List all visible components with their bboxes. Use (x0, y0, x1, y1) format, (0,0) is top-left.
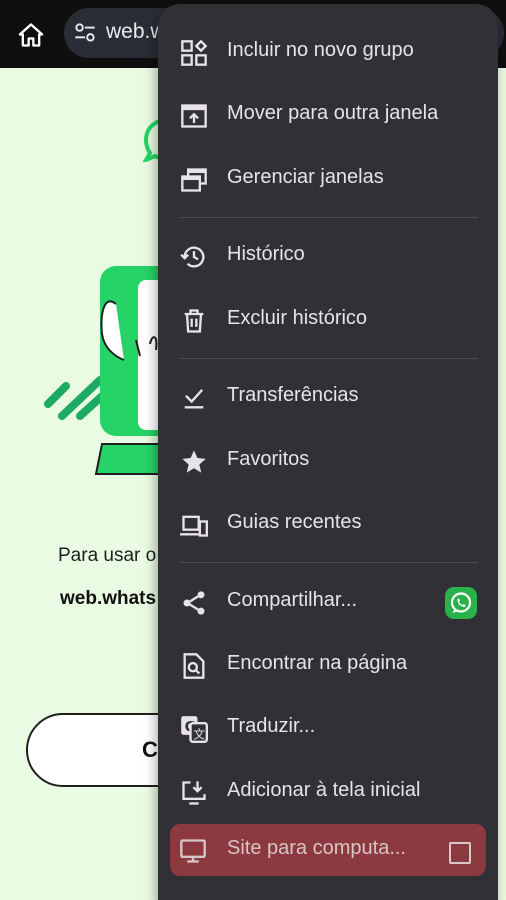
page-action-button-label: C (142, 737, 158, 762)
menu-item-bookmarks[interactable]: Favoritos (158, 430, 498, 490)
menu-item-history[interactable]: Histórico (158, 225, 498, 285)
menu-item-move-window[interactable]: Mover para outra janela (158, 84, 498, 144)
share-icon (183, 591, 205, 615)
menu-divider (180, 358, 478, 359)
downloads-icon (184, 389, 204, 409)
manage-windows-icon (181, 168, 207, 192)
menu-item-manage-windows[interactable]: Gerenciar janelas (158, 148, 498, 208)
menu-item-new-tab-group[interactable]: Incluir no novo grupo (158, 21, 498, 81)
menu-item-label: Guias recentes (227, 511, 362, 533)
move-window-icon (181, 104, 207, 128)
menu-item-label: Histórico (227, 243, 305, 265)
menu-item-translate[interactable]: G 文 Traduzir... (158, 697, 498, 757)
recent-tabs-icon (180, 515, 208, 537)
overflow-menu: Incluir no novo grupo Mover para outra j… (158, 4, 498, 900)
menu-item-clear-history[interactable]: Excluir histórico (158, 289, 498, 349)
home-icon (18, 23, 44, 47)
trash-icon (184, 309, 204, 333)
add-to-home-screen-icon (182, 781, 206, 805)
whatsapp-icon (450, 592, 472, 613)
home-button[interactable] (14, 18, 48, 52)
menu-item-label: Mover para outra janela (227, 102, 439, 124)
menu-item-desktop-site[interactable]: Site para computa... (170, 824, 486, 876)
domain-text: web.whats (60, 588, 157, 609)
translate-icon: G 文 (181, 716, 208, 743)
menu-item-label: Compartilhar... (227, 589, 358, 611)
desktop-site-checkbox[interactable] (449, 842, 471, 864)
whatsapp-share-button[interactable] (445, 587, 477, 619)
menu-item-label: Traduzir... (227, 715, 316, 737)
find-in-page-icon (183, 653, 205, 679)
menu-item-label: Adicionar à tela inicial (227, 779, 421, 801)
menu-item-label: Excluir histórico (227, 307, 368, 329)
menu-item-label: Favoritos (227, 448, 310, 470)
menu-item-label: Encontrar na página (227, 652, 408, 674)
site-settings-icon[interactable] (72, 20, 98, 46)
menu-divider (180, 562, 478, 563)
menu-item-find-in-page[interactable]: Encontrar na página (158, 634, 498, 694)
menu-divider (180, 217, 478, 218)
history-icon (180, 246, 205, 268)
menu-item-downloads[interactable]: Transferências (158, 366, 498, 426)
star-icon (182, 450, 206, 473)
menu-item-recent-tabs[interactable]: Guias recentes (158, 493, 498, 553)
menu-item-label: Site para computa... (227, 837, 406, 859)
menu-item-label: Transferências (227, 384, 359, 406)
menu-item-label: Gerenciar janelas (227, 166, 384, 188)
desktop-icon (180, 839, 206, 863)
menu-item-label: Incluir no novo grupo (227, 39, 414, 61)
menu-item-add-to-home-screen[interactable]: Adicionar à tela inicial (158, 761, 498, 821)
instruction-text: Para usar o (58, 545, 157, 566)
new-tab-group-icon (181, 39, 208, 66)
svg-text:文: 文 (193, 727, 205, 741)
